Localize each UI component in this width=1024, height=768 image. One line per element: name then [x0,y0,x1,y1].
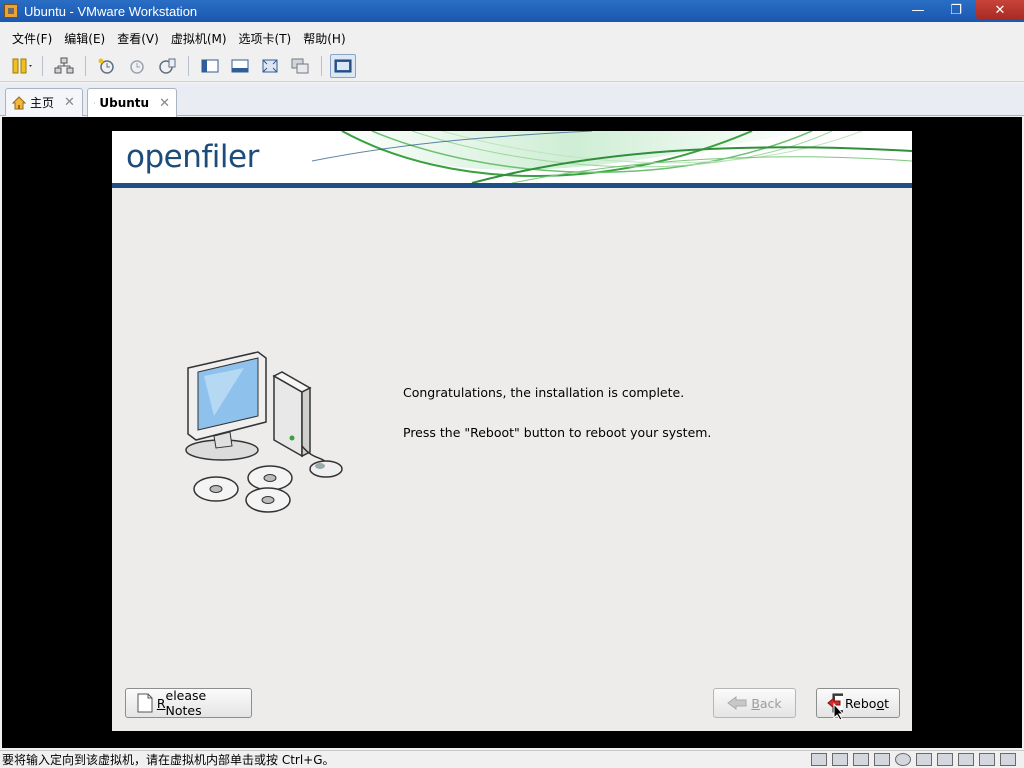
sound-card-icon[interactable] [958,753,974,766]
vm-running-icon [94,102,96,104]
hard-disk-2-icon[interactable] [832,753,848,766]
close-icon: ✕ [994,2,1006,18]
hard-disk-3-icon[interactable] [853,753,869,766]
minimize-button[interactable]: — [900,0,936,20]
message-log-icon[interactable] [1000,753,1016,766]
device-status-icons [806,753,1016,766]
back-arrow-icon [727,696,747,710]
reboot-label-prefix: Rebo [845,695,877,711]
tab-ubuntu-close-icon[interactable]: ✕ [159,96,170,111]
hard-disk-icon[interactable] [811,753,827,766]
usb-icon[interactable] [979,753,995,766]
reboot-button[interactable]: Rebo o t [816,688,900,718]
vmware-app-icon[interactable] [4,4,18,18]
unity-button[interactable] [287,54,313,78]
reboot-label-suffix: t [884,695,889,711]
snapshot-take-button[interactable] [94,54,120,78]
thumbnail-bar-icon [231,59,249,72]
menu-bar: 文件(F) 编辑(E) 查看(V) 虚拟机(M) 选项卡(T) 帮助(H) [0,26,1024,50]
toolbar-separator [42,55,43,76]
tab-home[interactable]: 主页 ✕ [5,88,83,116]
tab-ubuntu[interactable]: Ubuntu ✕ [87,88,177,117]
installer-banner: openfiler [112,131,912,183]
tab-home-label: 主页 [30,96,55,110]
install-complete-message: Congratulations, the installation is com… [403,385,685,400]
reboot-mnemonic: o [876,695,885,711]
pause-icon [12,58,32,73]
fullscreen-button[interactable] [257,54,283,78]
menu-tabs[interactable]: 选项卡(T) [233,30,298,47]
menu-help[interactable]: 帮助(H) [297,30,351,47]
menu-edit[interactable]: 编辑(E) [58,30,111,47]
menu-view[interactable]: 查看(V) [111,30,165,47]
show-sidebar-button[interactable] [197,54,223,78]
document-icon [137,693,153,713]
reboot-instruction: Press the "Reboot" button to reboot your… [403,425,712,440]
home-icon [12,95,26,109]
toolbar-separator [85,55,86,76]
window-title: Ubuntu - VMware Workstation [24,3,198,19]
status-bar: 要将输入定向到该虚拟机，请在虚拟机内部单击或按 Ctrl+G。 [0,750,1024,768]
hard-disk-4-icon[interactable] [874,753,890,766]
openfiler-logo: openfiler [126,139,259,175]
network-button[interactable] [51,54,77,78]
sidebar-icon [201,59,219,72]
menu-vm[interactable]: 虚拟机(M) [165,30,233,47]
openfiler-installer[interactable]: openfiler Congratulations, the installat… [112,131,912,731]
tab-strip: 主页 ✕ Ubuntu ✕ [0,84,1024,117]
console-view-icon [334,59,352,72]
console-view-button[interactable] [330,53,356,78]
toolbar [0,50,1024,82]
release-notes-button[interactable]: Release Notes [125,688,252,718]
network-icon [54,57,74,73]
pause-button[interactable] [8,54,34,78]
snapshot-take-icon [98,58,114,74]
minimize-icon: — [911,2,925,18]
restore-button[interactable]: ❐ [938,0,974,20]
status-text: 要将输入定向到该虚拟机，请在虚拟机内部单击或按 Ctrl+G。 [2,753,335,767]
back-mnemonic: B [751,695,760,711]
fullscreen-icon [262,59,278,72]
back-label: ack [759,695,782,711]
title-bar[interactable]: Ubuntu - VMware Workstation — ❐ ✕ [0,0,1024,22]
show-thumbnail-button[interactable] [227,54,253,78]
snapshot-manager-icon [159,58,176,74]
menu-file[interactable]: 文件(F) [6,30,58,47]
network-adapter-icon[interactable] [916,753,932,766]
restore-icon: ❐ [950,2,962,18]
toolbar-separator [188,55,189,76]
tab-home-close-icon[interactable]: ✕ [64,95,75,110]
toolbar-separator [321,55,322,76]
unity-icon [291,58,309,73]
tab-ubuntu-label: Ubuntu [99,96,150,110]
cd-rom-icon[interactable] [895,753,911,766]
release-notes-label: elease Notes [165,688,207,718]
banner-divider [112,183,912,188]
back-button: Back [713,688,796,718]
release-notes-mnemonic: R [156,695,166,711]
snapshot-manager-button[interactable] [154,54,180,78]
computer-install-illustration [185,351,343,513]
snapshot-revert-icon [130,59,144,74]
mouse-cursor-icon [833,703,845,721]
close-button[interactable]: ✕ [976,0,1024,20]
vmware-window: Ubuntu - VMware Workstation — ❐ ✕ 文件(F) … [0,0,1024,768]
printer-icon[interactable] [937,753,953,766]
snapshot-revert-button[interactable] [124,54,150,78]
